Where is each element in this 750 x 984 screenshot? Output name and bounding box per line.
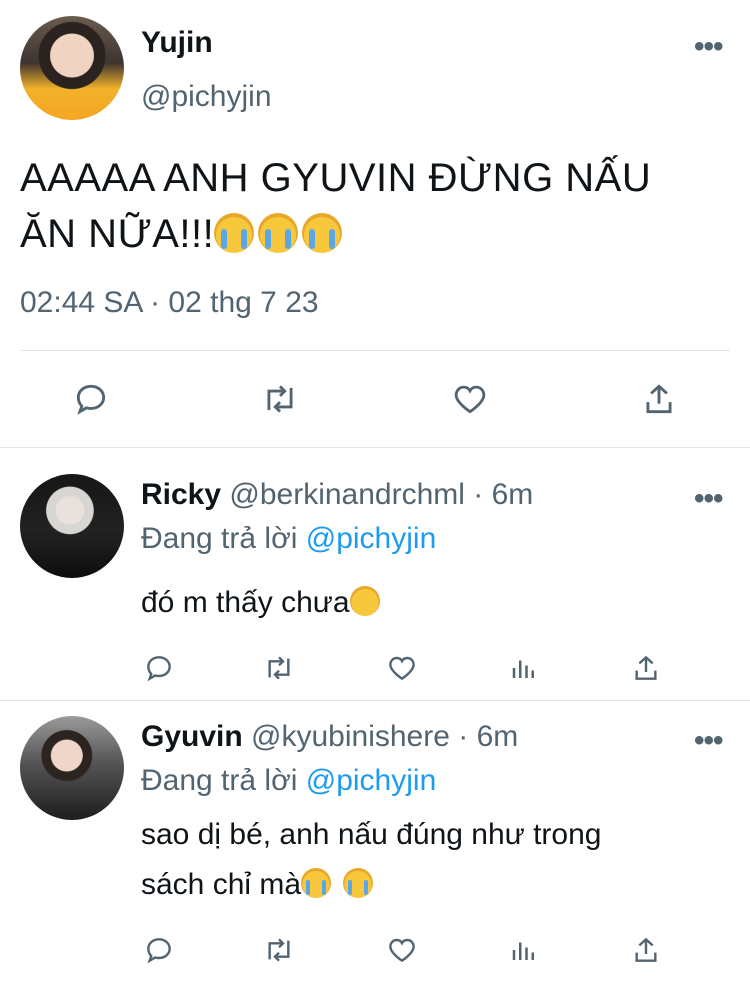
like-icon[interactable] [450,380,490,418]
reply-icon[interactable] [143,652,175,684]
like-icon[interactable] [385,652,419,684]
tweet-text-line-1: AAAAA ANH GYUVIN ĐỪNG NẤU [20,156,652,200]
reply-icon[interactable] [72,380,110,418]
reply-text: đó m thấy chưa [141,578,731,628]
reply-text: sao dị bé, anh nấu đúng như trong sách c… [141,810,731,910]
reply-text-line-2: sách chỉ mà [141,868,302,901]
reply-author-name[interactable]: Gyuvin [141,720,243,753]
reply-author-meta[interactable]: @kyubinishere · 6m [243,720,518,753]
loudly-crying-face-icon [343,868,374,898]
avatar[interactable] [20,16,124,120]
reply-icon[interactable] [143,934,175,966]
reply-text-line: đó m thấy chưa [141,586,350,619]
replying-to: Đang trả lời @pichyjin [141,764,436,798]
tweet-text: AAAAA ANH GYUVIN ĐỪNG NẤU ĂN NỮA!!! [20,150,735,262]
retweet-icon[interactable] [259,380,301,418]
tweet-text-line-2: ĂN NỮA!!! [20,212,215,256]
replying-to-mention[interactable]: @pichyjin [306,764,437,797]
reply-header: Ricky @berkinandrchml · 6m [141,478,533,512]
divider [0,700,750,701]
like-icon[interactable] [385,934,419,966]
replying-to-prefix: Đang trả lời [141,764,306,797]
reply-header: Gyuvin @kyubinishere · 6m [141,720,518,754]
stats-icon[interactable] [509,652,539,684]
stats-icon[interactable] [509,934,539,966]
retweet-icon[interactable] [261,652,297,684]
divider [0,447,750,448]
loudly-crying-face-icon [301,868,332,898]
loudly-crying-face-icon [214,213,255,253]
author-handle[interactable]: @pichyjin [141,80,272,114]
share-icon[interactable] [630,934,662,966]
reply-author-meta[interactable]: @berkinandrchml · 6m [221,478,533,511]
replying-to: Đang trả lời @pichyjin [141,522,436,556]
reply-author-name[interactable]: Ricky [141,478,221,511]
avatar[interactable] [20,716,124,820]
loudly-crying-face-icon [258,213,299,253]
tweet-timestamp[interactable]: 02:44 SA · 02 thg 7 23 [20,286,319,320]
more-icon[interactable]: ••• [694,724,723,758]
more-icon[interactable]: ••• [694,482,723,516]
share-icon[interactable] [630,652,662,684]
author-name[interactable]: Yujin [141,26,213,60]
replying-to-mention[interactable]: @pichyjin [306,522,437,555]
avatar[interactable] [20,474,124,578]
retweet-icon[interactable] [261,934,297,966]
smirking-face-icon [349,586,380,616]
reply-text-line-1: sao dị bé, anh nấu đúng như trong [141,818,602,851]
share-icon[interactable] [640,380,678,418]
divider [20,350,730,351]
more-icon[interactable]: ••• [694,30,723,64]
loudly-crying-face-icon [302,213,343,253]
replying-to-prefix: Đang trả lời [141,522,306,555]
